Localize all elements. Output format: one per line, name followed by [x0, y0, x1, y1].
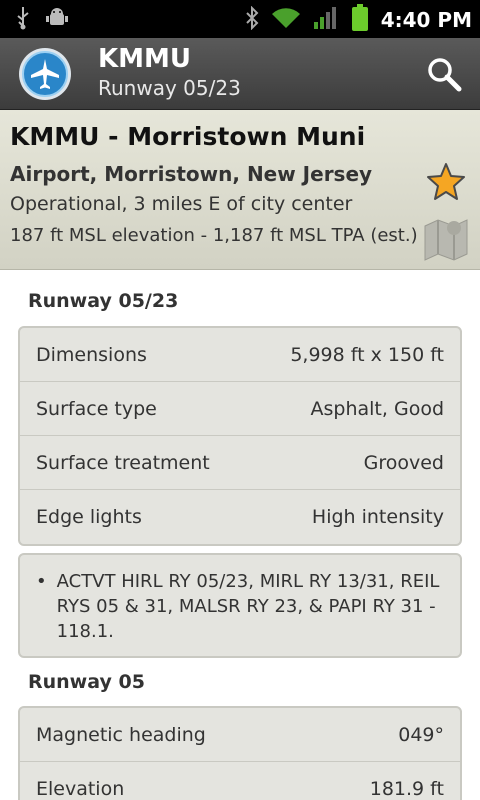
page-title: KMMU: [98, 44, 192, 74]
airport-status: Operational, 3 miles E of city center: [10, 193, 353, 215]
search-icon[interactable]: [426, 56, 462, 92]
section-title-runway-05-23: Runway 05/23: [28, 290, 179, 312]
row-label: Elevation: [36, 778, 125, 800]
row-value: High intensity: [311, 506, 444, 528]
table-row: Surface treatment Grooved: [20, 436, 460, 490]
row-label: Surface type: [36, 397, 157, 420]
bluetooth-icon: [245, 5, 259, 34]
star-icon[interactable]: [426, 162, 466, 202]
page-subtitle: Runway 05/23: [98, 76, 241, 100]
android-debug-icon: [46, 7, 68, 33]
runway-details-card: Dimensions 5,998 ft x 150 ft Surface typ…: [18, 326, 462, 546]
airplane-icon[interactable]: [18, 47, 72, 101]
row-label: Dimensions: [36, 343, 147, 366]
row-value: 5,998 ft x 150 ft: [290, 343, 444, 366]
section-title-runway-05: Runway 05: [28, 671, 145, 693]
clock: 4:40 PM: [380, 8, 472, 32]
table-row: Surface type Asphalt, Good: [20, 382, 460, 436]
table-row: Magnetic heading 049°: [20, 708, 460, 762]
table-row: Dimensions 5,998 ft x 150 ft: [20, 328, 460, 382]
list-item: • ACTVT HIRL RY 05/23, MIRL RY 13/31, RE…: [36, 569, 444, 644]
airport-location: Airport, Morristown, New Jersey: [10, 162, 373, 186]
table-row: Edge lights High intensity: [20, 490, 460, 544]
wifi-icon: [271, 6, 301, 34]
row-label: Magnetic heading: [36, 723, 206, 746]
row-value: 181.9 ft: [369, 778, 444, 800]
airport-header: KMMU - Morristown Muni Airport, Morristo…: [0, 110, 480, 270]
battery-icon: [351, 4, 369, 36]
airport-elevation: 187 ft MSL elevation - 1,187 ft MSL TPA …: [10, 225, 418, 246]
action-bar: KMMU Runway 05/23: [0, 38, 480, 110]
bullet-icon: •: [36, 571, 47, 592]
remark-text: ACTVT HIRL RY 05/23, MIRL RY 13/31, REIL…: [56, 571, 440, 642]
row-value: 049°: [398, 723, 444, 746]
runway-05-card: Magnetic heading 049° Elevation 181.9 ft: [18, 706, 462, 800]
status-bar: 4:40 PM: [0, 0, 480, 38]
airport-name: KMMU - Morristown Muni: [10, 122, 366, 151]
row-value: Asphalt, Good: [310, 397, 444, 420]
row-label: Surface treatment: [36, 451, 210, 474]
table-row: Elevation 181.9 ft: [20, 762, 460, 800]
signal-icon: [313, 6, 339, 34]
row-value: Grooved: [363, 451, 444, 474]
usb-icon: [14, 6, 32, 34]
map-icon[interactable]: [422, 214, 470, 262]
remarks-card: • ACTVT HIRL RY 05/23, MIRL RY 13/31, RE…: [18, 553, 462, 658]
row-label: Edge lights: [36, 506, 142, 528]
